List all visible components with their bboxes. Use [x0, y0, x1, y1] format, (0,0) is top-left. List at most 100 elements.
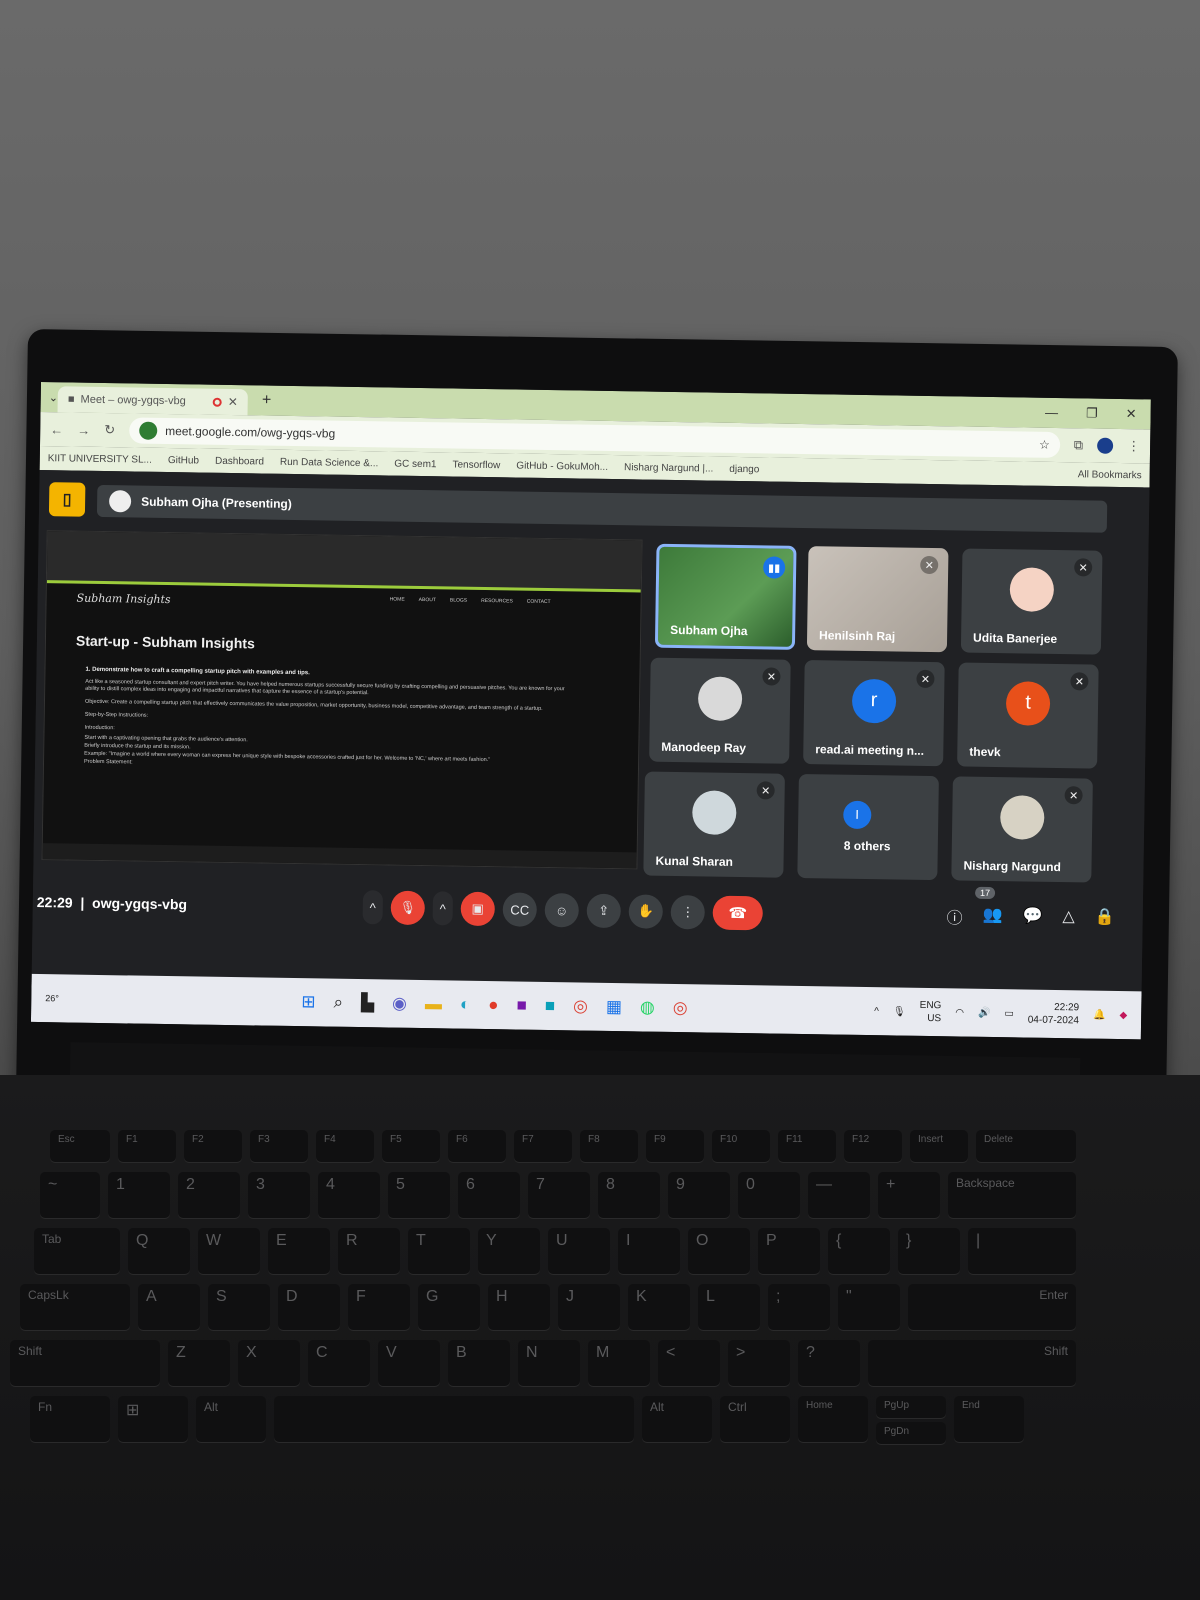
- participant-tile[interactable]: ✕ Henilsinh Raj: [806, 546, 949, 653]
- shared-nav-item: RESOURCES: [481, 597, 513, 605]
- more-options-button[interactable]: ⋮: [670, 894, 706, 930]
- browser-tab-meet[interactable]: ■ Meet – owg-ygqs-vbg ✕: [57, 386, 249, 416]
- bookmark-star-icon[interactable]: ☆: [1039, 438, 1050, 452]
- chrome-active-icon[interactable]: ◎: [673, 998, 688, 1018]
- task-view-icon[interactable]: ▙: [361, 993, 374, 1013]
- participant-tile[interactable]: ✕ Nisharg Nargund: [951, 776, 1093, 883]
- onenote-icon[interactable]: ■: [516, 996, 527, 1016]
- present-screen-button[interactable]: ⇪: [586, 893, 622, 929]
- bookmark-item[interactable]: Tensorflow: [452, 459, 500, 471]
- people-icon[interactable]: 👥: [982, 905, 1003, 929]
- bookmark-item[interactable]: KIIT UNIVERSITY SL...: [48, 453, 152, 466]
- avatar: r: [851, 678, 897, 723]
- activities-icon[interactable]: △: [1062, 906, 1075, 930]
- bookmark-item[interactable]: GitHub - GokuMoh...: [516, 460, 608, 472]
- captions-button[interactable]: CC: [502, 892, 538, 927]
- close-window-button[interactable]: ✕: [1126, 406, 1137, 422]
- mic-toggle-button[interactable]: 🎙: [390, 890, 426, 926]
- avatar: [1009, 566, 1055, 612]
- host-controls-icon[interactable]: 🔒: [1095, 907, 1115, 931]
- key: A: [138, 1284, 200, 1330]
- taskbar-clock[interactable]: 22:29 04-07-2024: [1028, 1001, 1080, 1028]
- camera-toggle-button[interactable]: ▣: [460, 891, 496, 927]
- participant-tile[interactable]: ✕ Manodeep Ray: [649, 657, 791, 764]
- shared-nav-item: CONTACT: [526, 598, 551, 606]
- participant-tile[interactable]: ✕ Udita Banerjee: [960, 548, 1103, 655]
- weather-widget[interactable]: 26°: [45, 993, 59, 1003]
- meeting-time: 22:29: [36, 893, 73, 911]
- bookmark-item[interactable]: GC sem1: [394, 458, 436, 470]
- window-controls: — ❐ ✕: [1045, 405, 1151, 423]
- extensions-icon[interactable]: ⧉: [1074, 437, 1084, 453]
- key: O: [688, 1228, 750, 1274]
- participant-tile[interactable]: ▮▮ Subham Ojha: [654, 543, 797, 650]
- forward-icon[interactable]: →: [77, 422, 90, 437]
- bookmark-item[interactable]: Dashboard: [215, 455, 264, 467]
- key: H: [488, 1284, 550, 1330]
- avatar: I: [842, 800, 872, 829]
- key: R: [338, 1228, 400, 1274]
- participant-tile[interactable]: ✕ r read.ai meeting n...: [803, 660, 945, 767]
- mic-tray-icon[interactable]: 🎙: [893, 1006, 906, 1017]
- all-bookmarks-button[interactable]: All Bookmarks: [1078, 469, 1142, 481]
- copilot-icon[interactable]: ◆: [1119, 1010, 1127, 1021]
- key: Z: [168, 1340, 230, 1386]
- participant-name: Kunal Sharan: [655, 853, 734, 869]
- participant-tile[interactable]: ✕ t thevk: [957, 662, 1099, 769]
- notifications-icon[interactable]: 🔔: [1093, 1009, 1106, 1020]
- key: T: [408, 1228, 470, 1274]
- key: X: [238, 1340, 300, 1386]
- key: Backspace: [948, 1172, 1076, 1218]
- volume-icon[interactable]: 🔊: [978, 1007, 991, 1018]
- new-tab-button[interactable]: +: [262, 391, 272, 409]
- chat-icon[interactable]: 💬: [1022, 905, 1042, 929]
- site-info-icon[interactable]: [139, 421, 158, 440]
- wifi-icon[interactable]: ◠: [955, 1007, 964, 1018]
- key: Alt: [196, 1396, 266, 1442]
- key: 6: [458, 1172, 520, 1218]
- participant-tile[interactable]: I 8 others: [797, 773, 939, 881]
- windows-start-icon[interactable]: ⊞: [301, 992, 316, 1012]
- raise-hand-button[interactable]: ✋: [628, 894, 664, 929]
- battery-icon[interactable]: ▭: [1004, 1008, 1014, 1019]
- back-icon[interactable]: ←: [50, 422, 63, 437]
- profile-avatar[interactable]: [1097, 437, 1114, 454]
- video-options-chevron-icon[interactable]: ^: [432, 891, 454, 926]
- shared-nav-item: ABOUT: [418, 596, 436, 604]
- minimize-button[interactable]: —: [1045, 405, 1058, 421]
- close-tab-icon[interactable]: ✕: [228, 395, 238, 409]
- app-icon[interactable]: ■: [545, 996, 556, 1016]
- audio-options-chevron-icon[interactable]: ^: [362, 890, 384, 925]
- call-controls: ^ 🎙 ^ ▣ CC ☺ ⇪ ✋ ⋮ ☎: [362, 890, 764, 931]
- file-explorer-icon[interactable]: ▬: [425, 994, 442, 1014]
- bookmark-item[interactable]: django: [729, 463, 759, 474]
- wps-office-icon[interactable]: ●: [488, 995, 499, 1015]
- language: ENG: [919, 999, 942, 1012]
- people-count-badge: 17: [974, 886, 996, 900]
- shared-page-title: Start-up - Subham Insights: [75, 632, 255, 652]
- key: Enter: [908, 1284, 1076, 1330]
- key: P: [758, 1228, 820, 1274]
- reactions-button[interactable]: ☺: [544, 892, 580, 928]
- restore-button[interactable]: ❐: [1086, 405, 1098, 421]
- whatsapp-icon[interactable]: ◍: [640, 997, 655, 1017]
- bookmark-item[interactable]: Nisharg Nargund |...: [624, 462, 713, 474]
- language-indicator[interactable]: ENG US: [919, 999, 942, 1025]
- search-icon[interactable]: ⌕: [333, 993, 343, 1013]
- show-hidden-icons-chevron-icon[interactable]: ^: [874, 1006, 879, 1017]
- edge-icon[interactable]: ◐: [460, 995, 471, 1015]
- store-icon[interactable]: ▦: [606, 997, 622, 1017]
- meeting-info-icon[interactable]: ⓘ: [946, 904, 962, 928]
- reload-icon[interactable]: ↻: [104, 422, 115, 438]
- key: Esc: [50, 1130, 110, 1162]
- bookmark-item[interactable]: Run Data Science &...: [280, 456, 379, 469]
- key: ?: [798, 1340, 860, 1386]
- tab-search-icon[interactable]: ⌄: [49, 391, 58, 404]
- menu-icon[interactable]: ⋮: [1127, 438, 1140, 454]
- participant-tile[interactable]: ✕ Kunal Sharan: [643, 771, 785, 878]
- leave-call-button[interactable]: ☎: [712, 895, 764, 931]
- chrome-icon[interactable]: ◎: [573, 996, 588, 1016]
- key: >: [728, 1340, 790, 1386]
- teams-icon[interactable]: ◉: [392, 994, 407, 1014]
- bookmark-item[interactable]: GitHub: [168, 455, 199, 466]
